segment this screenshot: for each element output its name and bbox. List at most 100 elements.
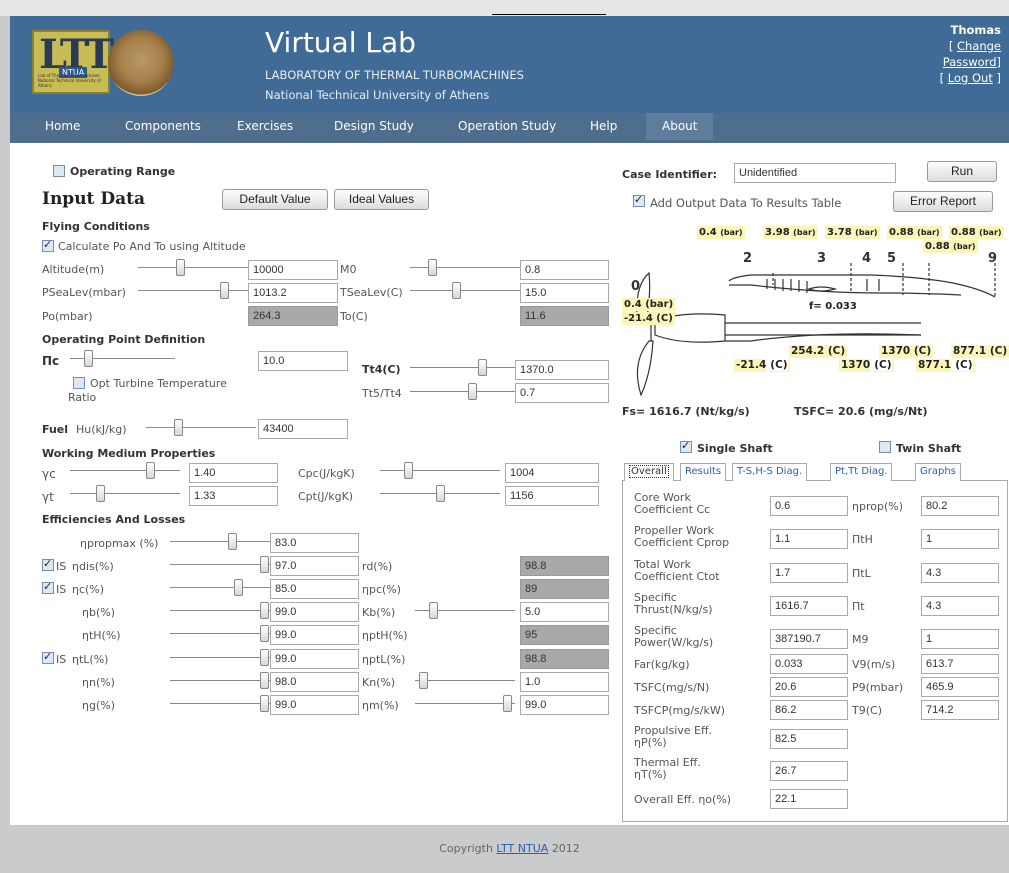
ndis-slider[interactable] [170,556,270,574]
cpc-field[interactable]: 1004 [505,463,599,483]
kb-field[interactable]: 5.0 [520,602,609,622]
twin-shaft-checkbox[interactable] [879,441,891,453]
hu-field[interactable]: 43400 [258,419,348,439]
gamma-c-slider[interactable] [70,462,180,480]
nprop-field[interactable]: 80.2 [921,496,999,516]
m0-field[interactable]: 0.8 [520,260,609,280]
npropmax-field[interactable]: 83.0 [270,533,359,553]
add-output-checkbox[interactable] [633,193,645,207]
nav-components[interactable]: Components [125,113,201,140]
altitude-slider[interactable] [138,259,248,277]
t5b-value: 877.1 (C) [916,359,975,372]
tt4-slider[interactable] [410,359,520,377]
ng-slider[interactable] [170,695,270,713]
nav-home[interactable]: Home [45,113,80,140]
error-report-button[interactable]: Error Report [893,191,993,212]
change-password-link-2[interactable]: Password [943,55,997,69]
nb-slider[interactable] [170,602,270,620]
t9-field[interactable]: 714.2 [921,700,999,720]
nav-exercises[interactable]: Exercises [237,113,293,140]
kb-slider[interactable] [415,602,515,620]
m0-slider[interactable] [410,259,520,277]
tsealev-field[interactable]: 15.0 [520,283,609,303]
pitl-field[interactable]: 4.3 [921,563,999,583]
m9-field[interactable]: 1 [921,629,999,649]
cc-field[interactable]: 0.6 [770,496,848,516]
hu-slider[interactable] [146,419,256,437]
tt5tt4-slider[interactable] [410,383,520,401]
nav-operation-study[interactable]: Operation Study [458,113,556,140]
main-nav: Home Components Exercises Design Study O… [10,113,1009,140]
ng-field[interactable]: 99.0 [270,695,359,715]
ctot-field[interactable]: 1.7 [770,563,848,583]
v9-field[interactable]: 613.7 [921,654,999,674]
footer-link[interactable]: LTT NTUA [496,842,548,855]
specific-thrust-field[interactable]: 1616.7 [770,596,848,616]
nn-slider[interactable] [170,672,270,690]
nav-help[interactable]: Help [590,113,617,140]
case-identifier-input[interactable]: Unidentified [734,163,896,183]
nth-slider[interactable] [170,625,270,643]
logout-link[interactable]: Log Out [948,71,993,85]
kn-slider[interactable] [415,672,515,690]
nc-field[interactable]: 85.0 [270,579,359,599]
p9-field[interactable]: 465.9 [921,677,999,697]
specific-power-field[interactable]: 387190.7 [770,629,848,649]
cprop-field[interactable]: 1.1 [770,529,848,549]
thermal-eff-field[interactable]: 26.7 [770,761,848,781]
pic-slider[interactable] [70,350,175,368]
gamma-t-slider[interactable] [70,485,180,503]
tab-overall[interactable]: Overall [624,463,674,481]
ndis-field[interactable]: 97.0 [270,556,359,576]
ntl-field[interactable]: 99.0 [270,649,359,669]
run-button[interactable]: Run [927,161,997,182]
nb-field[interactable]: 99.0 [270,602,359,622]
pith-field[interactable]: 1 [921,529,999,549]
tt4-field[interactable]: 1370.0 [515,360,609,380]
ntl-is-checkbox[interactable] [42,650,54,664]
tsfcp-field[interactable]: 86.2 [770,700,848,720]
altitude-field[interactable]: 10000 [248,260,338,280]
ideal-values-button[interactable]: Ideal Values [334,189,429,210]
nc-slider[interactable] [170,579,270,597]
tab-graphs[interactable]: Graphs [915,463,961,481]
tab-pt-tt-diag[interactable]: Pt,Tt Diag. [830,463,893,481]
tab-ts-hs-diag[interactable]: T-S,H-S Diag. [732,463,808,481]
change-password-link[interactable]: Change [957,39,1001,53]
calc-po-to-checkbox[interactable] [42,238,54,252]
propulsive-eff-field[interactable]: 82.5 [770,729,848,749]
overall-eff-field[interactable]: 22.1 [770,789,848,809]
cpt-slider[interactable] [380,485,500,503]
nav-about[interactable]: About [646,113,714,140]
kn-field[interactable]: 1.0 [520,672,609,692]
tsealev-slider[interactable] [410,282,520,300]
nm-field[interactable]: 99.0 [520,695,609,715]
nc-is-checkbox[interactable] [42,580,54,594]
nn-field[interactable]: 98.0 [270,672,359,692]
ntl-slider[interactable] [170,649,270,667]
tt5tt4-field[interactable]: 0.7 [515,383,609,403]
npropmax-slider[interactable] [170,533,270,551]
psealev-slider[interactable] [138,282,248,300]
pic-field[interactable]: 10.0 [258,351,348,371]
pith-label: ΠtH [852,533,873,546]
default-value-button[interactable]: Default Value [222,189,328,210]
nav-design-study[interactable]: Design Study [334,113,414,140]
cpt-field[interactable]: 1156 [505,486,599,506]
cpc-slider[interactable] [380,462,500,480]
pit-field[interactable]: 4.3 [921,596,999,616]
npth-field: 95 [520,625,609,645]
gamma-t-field[interactable]: 1.33 [189,486,278,506]
psealev-field[interactable]: 1013.2 [248,283,338,303]
single-shaft-checkbox[interactable] [680,439,692,453]
gamma-c-field[interactable]: 1.40 [189,463,278,483]
ndis-is-checkbox[interactable] [42,557,54,571]
tsfc-field[interactable]: 20.6 [770,677,848,697]
operating-range-checkbox[interactable] [53,165,65,177]
far-field[interactable]: 0.033 [770,654,848,674]
ltt-logo[interactable]: LTT NTUA Lab of Thermal Turbomachines Na… [32,30,114,94]
nm-slider[interactable] [415,695,515,713]
nth-field[interactable]: 99.0 [270,625,359,645]
opt-turbine-checkbox[interactable] [73,377,85,389]
tab-results[interactable]: Results [680,463,727,481]
